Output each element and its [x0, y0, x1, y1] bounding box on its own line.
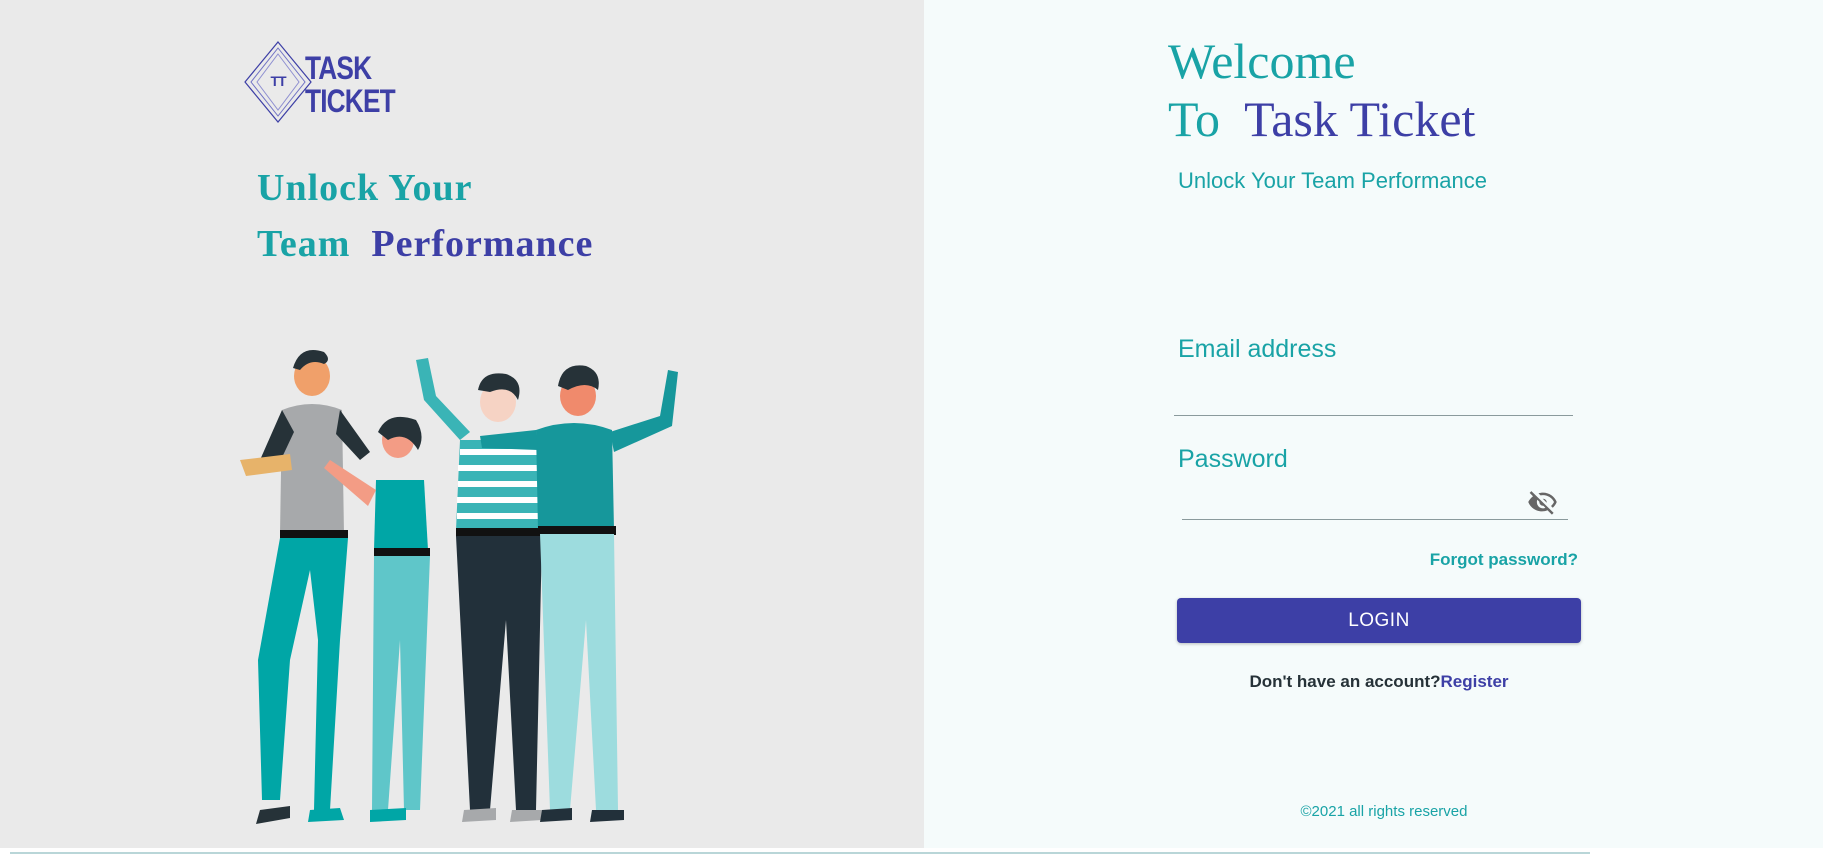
register-link[interactable]: Register [1441, 672, 1509, 691]
left-tagline: Unlock Your Team Performance [257, 160, 593, 272]
left-panel: TT TASK TICKET Unlock Your Team Performa… [0, 0, 924, 848]
welcome-task-ticket: Task Ticket [1244, 91, 1476, 147]
no-account-text: Don't have an account? [1249, 672, 1441, 691]
tagline-line-2: Team Performance [257, 216, 593, 272]
task-ticket-logo: TT TASK TICKET [243, 40, 413, 128]
welcome-line-1: Welcome [1168, 33, 1356, 89]
tagline-performance: Performance [371, 223, 594, 265]
logo-text-ticket: TICKET [305, 83, 396, 119]
tagline-line-1: Unlock Your [257, 167, 473, 209]
email-input[interactable] [1174, 380, 1573, 416]
password-input[interactable] [1182, 484, 1568, 520]
email-label: Email address [1178, 335, 1337, 363]
forgot-password-link[interactable]: Forgot password? [1400, 550, 1578, 570]
tagline-team: Team [257, 223, 351, 265]
team-illustration [240, 350, 678, 824]
copyright-text: ©2021 all rights reserved [1300, 803, 1468, 820]
login-button[interactable]: LOGIN [1177, 598, 1581, 643]
welcome-line-2: To Task Ticket [1168, 90, 1475, 148]
person-1 [240, 350, 370, 824]
welcome-subtitle: Unlock Your Team Performance [1178, 168, 1487, 193]
logo-text-task: TASK [305, 50, 372, 86]
welcome-heading: Welcome To Task Ticket [1168, 32, 1475, 148]
person-3 [416, 358, 542, 822]
register-row: Don't have an account?Register [1177, 672, 1581, 692]
horizontal-scrollbar[interactable] [10, 852, 1590, 854]
welcome-to: To [1168, 91, 1221, 147]
logo-initials: TT [270, 73, 286, 89]
password-label: Password [1178, 445, 1288, 473]
eye-off-icon[interactable] [1528, 487, 1558, 517]
